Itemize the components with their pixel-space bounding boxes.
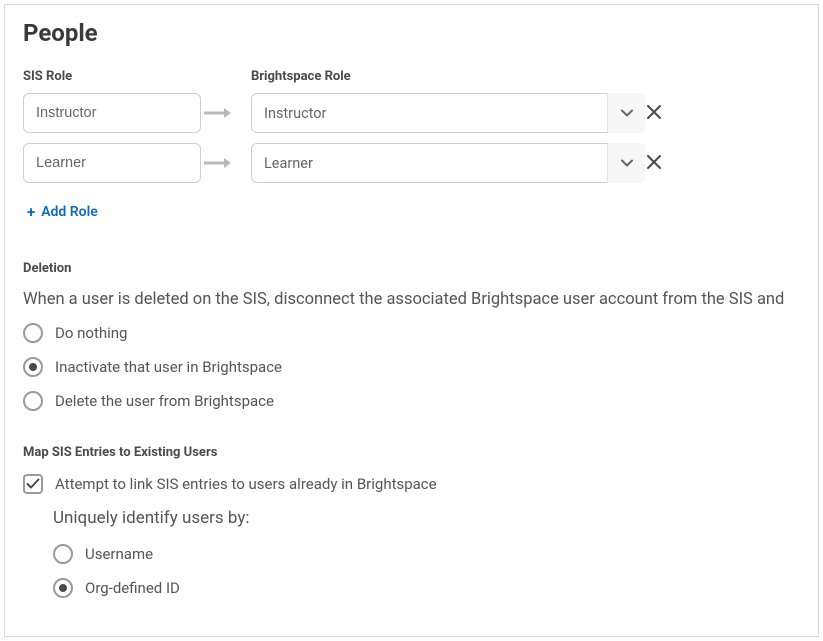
radio-label: Inactivate that user in Brightspace: [55, 358, 282, 376]
identify-radio-username[interactable]: Username: [53, 544, 800, 564]
page-title: People: [23, 19, 800, 47]
radio-icon: [53, 544, 73, 564]
radio-label: Username: [85, 545, 153, 563]
deletion-radio-do-nothing[interactable]: Do nothing: [23, 323, 800, 343]
plus-icon: +: [27, 203, 35, 221]
radio-icon: [23, 391, 43, 411]
brightspace-role-header: Brightspace Role: [251, 69, 351, 84]
deletion-radio-delete[interactable]: Delete the user from Brightspace: [23, 391, 800, 411]
radio-label: Do nothing: [55, 324, 127, 342]
attempt-link-checkbox[interactable]: Attempt to link SIS entries to users alr…: [23, 474, 800, 494]
brightspace-role-value: Learner: [264, 155, 313, 172]
deletion-description: When a user is deleted on the SIS, disco…: [23, 290, 800, 309]
mapping-section-label: Map SIS Entries to Existing Users: [23, 445, 800, 460]
sis-role-header: SIS Role: [23, 69, 72, 84]
add-role-label: Add Role: [41, 204, 98, 220]
role-mapping-row: Instructor: [23, 93, 800, 133]
people-settings-panel: People SIS Role Brightspace Role Instruc…: [4, 4, 819, 637]
deletion-section-label: Deletion: [23, 261, 800, 276]
close-icon: [647, 155, 661, 172]
brightspace-role-value: Instructor: [264, 105, 326, 122]
arrow-icon: [201, 106, 237, 120]
role-mapping-row: Learner: [23, 143, 800, 183]
radio-label: Org-defined ID: [85, 579, 180, 597]
close-icon: [647, 105, 661, 122]
sis-role-input[interactable]: [23, 93, 201, 133]
sis-role-input[interactable]: [23, 143, 201, 183]
radio-icon: [23, 323, 43, 343]
deletion-radio-inactivate[interactable]: Inactivate that user in Brightspace: [23, 357, 800, 377]
checkbox-label: Attempt to link SIS entries to users alr…: [55, 475, 437, 493]
role-headers: SIS Role Brightspace Role: [23, 65, 800, 83]
arrow-icon: [201, 156, 237, 170]
radio-icon: [23, 357, 43, 377]
identify-users-heading: Uniquely identify users by:: [53, 508, 800, 528]
checkbox-icon: [23, 474, 43, 494]
radio-icon: [53, 578, 73, 598]
identify-radio-orgid[interactable]: Org-defined ID: [53, 578, 800, 598]
add-role-button[interactable]: + Add Role: [23, 197, 102, 227]
brightspace-role-select[interactable]: Instructor: [251, 93, 645, 133]
brightspace-role-select[interactable]: Learner: [251, 143, 645, 183]
radio-label: Delete the user from Brightspace: [55, 392, 274, 410]
